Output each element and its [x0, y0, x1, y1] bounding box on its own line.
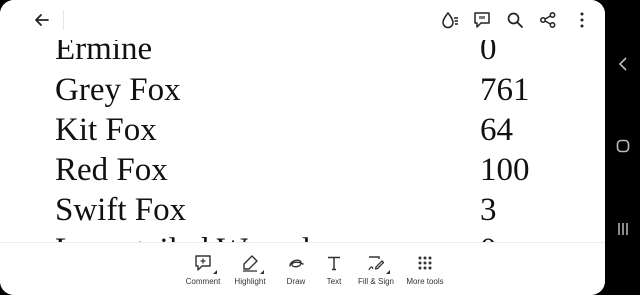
liquid-mode-icon — [442, 11, 458, 29]
submenu-indicator — [213, 270, 217, 274]
animal-count: 0 — [480, 230, 497, 242]
animal-name: Long-tailed Weasel — [55, 230, 311, 242]
table-row: Ermine 0 — [0, 40, 605, 69]
animal-count: 761 — [480, 72, 530, 108]
animal-name: Kit Fox — [55, 112, 157, 148]
highlighter-icon — [243, 255, 258, 272]
tool-label: Fill & Sign — [357, 277, 394, 286]
fill-sign-icon — [368, 256, 385, 271]
system-navigation-bar — [605, 0, 640, 295]
system-back-button[interactable] — [615, 56, 631, 72]
share-icon — [540, 12, 556, 28]
share-button[interactable] — [536, 8, 560, 32]
search-icon — [507, 12, 523, 28]
more-vertical-icon — [580, 12, 584, 28]
more-options-button[interactable] — [570, 8, 594, 32]
tool-label: Draw — [286, 277, 306, 286]
animal-name: Swift Fox — [55, 192, 187, 228]
back-button[interactable] — [30, 8, 54, 32]
pdf-viewer-screen: Ermine 0 Grey Fox 761 Kit Fox 64 Red Fox… — [0, 0, 605, 295]
top-app-bar — [0, 0, 605, 40]
draw-tool-button[interactable]: Draw — [276, 253, 316, 286]
table-row: Kit Fox 64 — [0, 110, 605, 150]
system-recents-button[interactable] — [615, 221, 631, 237]
animal-count: 100 — [480, 152, 530, 188]
header-divider — [63, 10, 64, 30]
text-icon — [328, 256, 340, 271]
animal-count: 0 — [480, 40, 497, 67]
home-icon — [616, 139, 630, 153]
highlight-tool-button[interactable]: Highlight — [230, 253, 270, 286]
arrow-left-icon — [35, 14, 49, 26]
animal-name: Ermine — [55, 40, 153, 67]
tool-label: More tools — [406, 277, 444, 286]
grid-icon — [418, 256, 432, 270]
tool-label: Text — [326, 277, 342, 286]
tool-label: Comment — [185, 277, 221, 286]
table-row: Grey Fox 761 — [0, 70, 605, 110]
comment-tool-button[interactable]: Comment — [183, 253, 223, 286]
back-chevron-icon — [618, 57, 627, 71]
submenu-indicator — [260, 270, 264, 274]
document-page[interactable]: Ermine 0 Grey Fox 761 Kit Fox 64 Red Fox… — [0, 40, 605, 242]
more-tools-button[interactable]: More tools — [403, 253, 447, 286]
tool-label: Highlight — [234, 277, 266, 286]
comment-add-icon — [195, 255, 211, 271]
system-home-button[interactable] — [615, 138, 631, 154]
table-row: Swift Fox 3 — [0, 190, 605, 230]
liquid-mode-button[interactable] — [438, 8, 462, 32]
comments-icon — [474, 12, 490, 28]
fill-sign-tool-button[interactable]: Fill & Sign — [354, 253, 398, 286]
table-row: Long-tailed Weasel 0 — [0, 230, 605, 242]
submenu-indicator — [386, 270, 390, 274]
animal-count: 64 — [480, 112, 513, 148]
animal-name: Red Fox — [55, 152, 168, 188]
bottom-tools-bar: Comment Highlight Draw Text Fill & Sign … — [0, 242, 605, 295]
recents-icon — [618, 223, 628, 235]
draw-icon — [289, 259, 304, 268]
animal-name: Grey Fox — [55, 72, 181, 108]
animal-count: 3 — [480, 192, 497, 228]
text-tool-button[interactable]: Text — [314, 253, 354, 286]
search-button[interactable] — [503, 8, 527, 32]
comments-button[interactable] — [470, 8, 494, 32]
table-row: Red Fox 100 — [0, 150, 605, 190]
